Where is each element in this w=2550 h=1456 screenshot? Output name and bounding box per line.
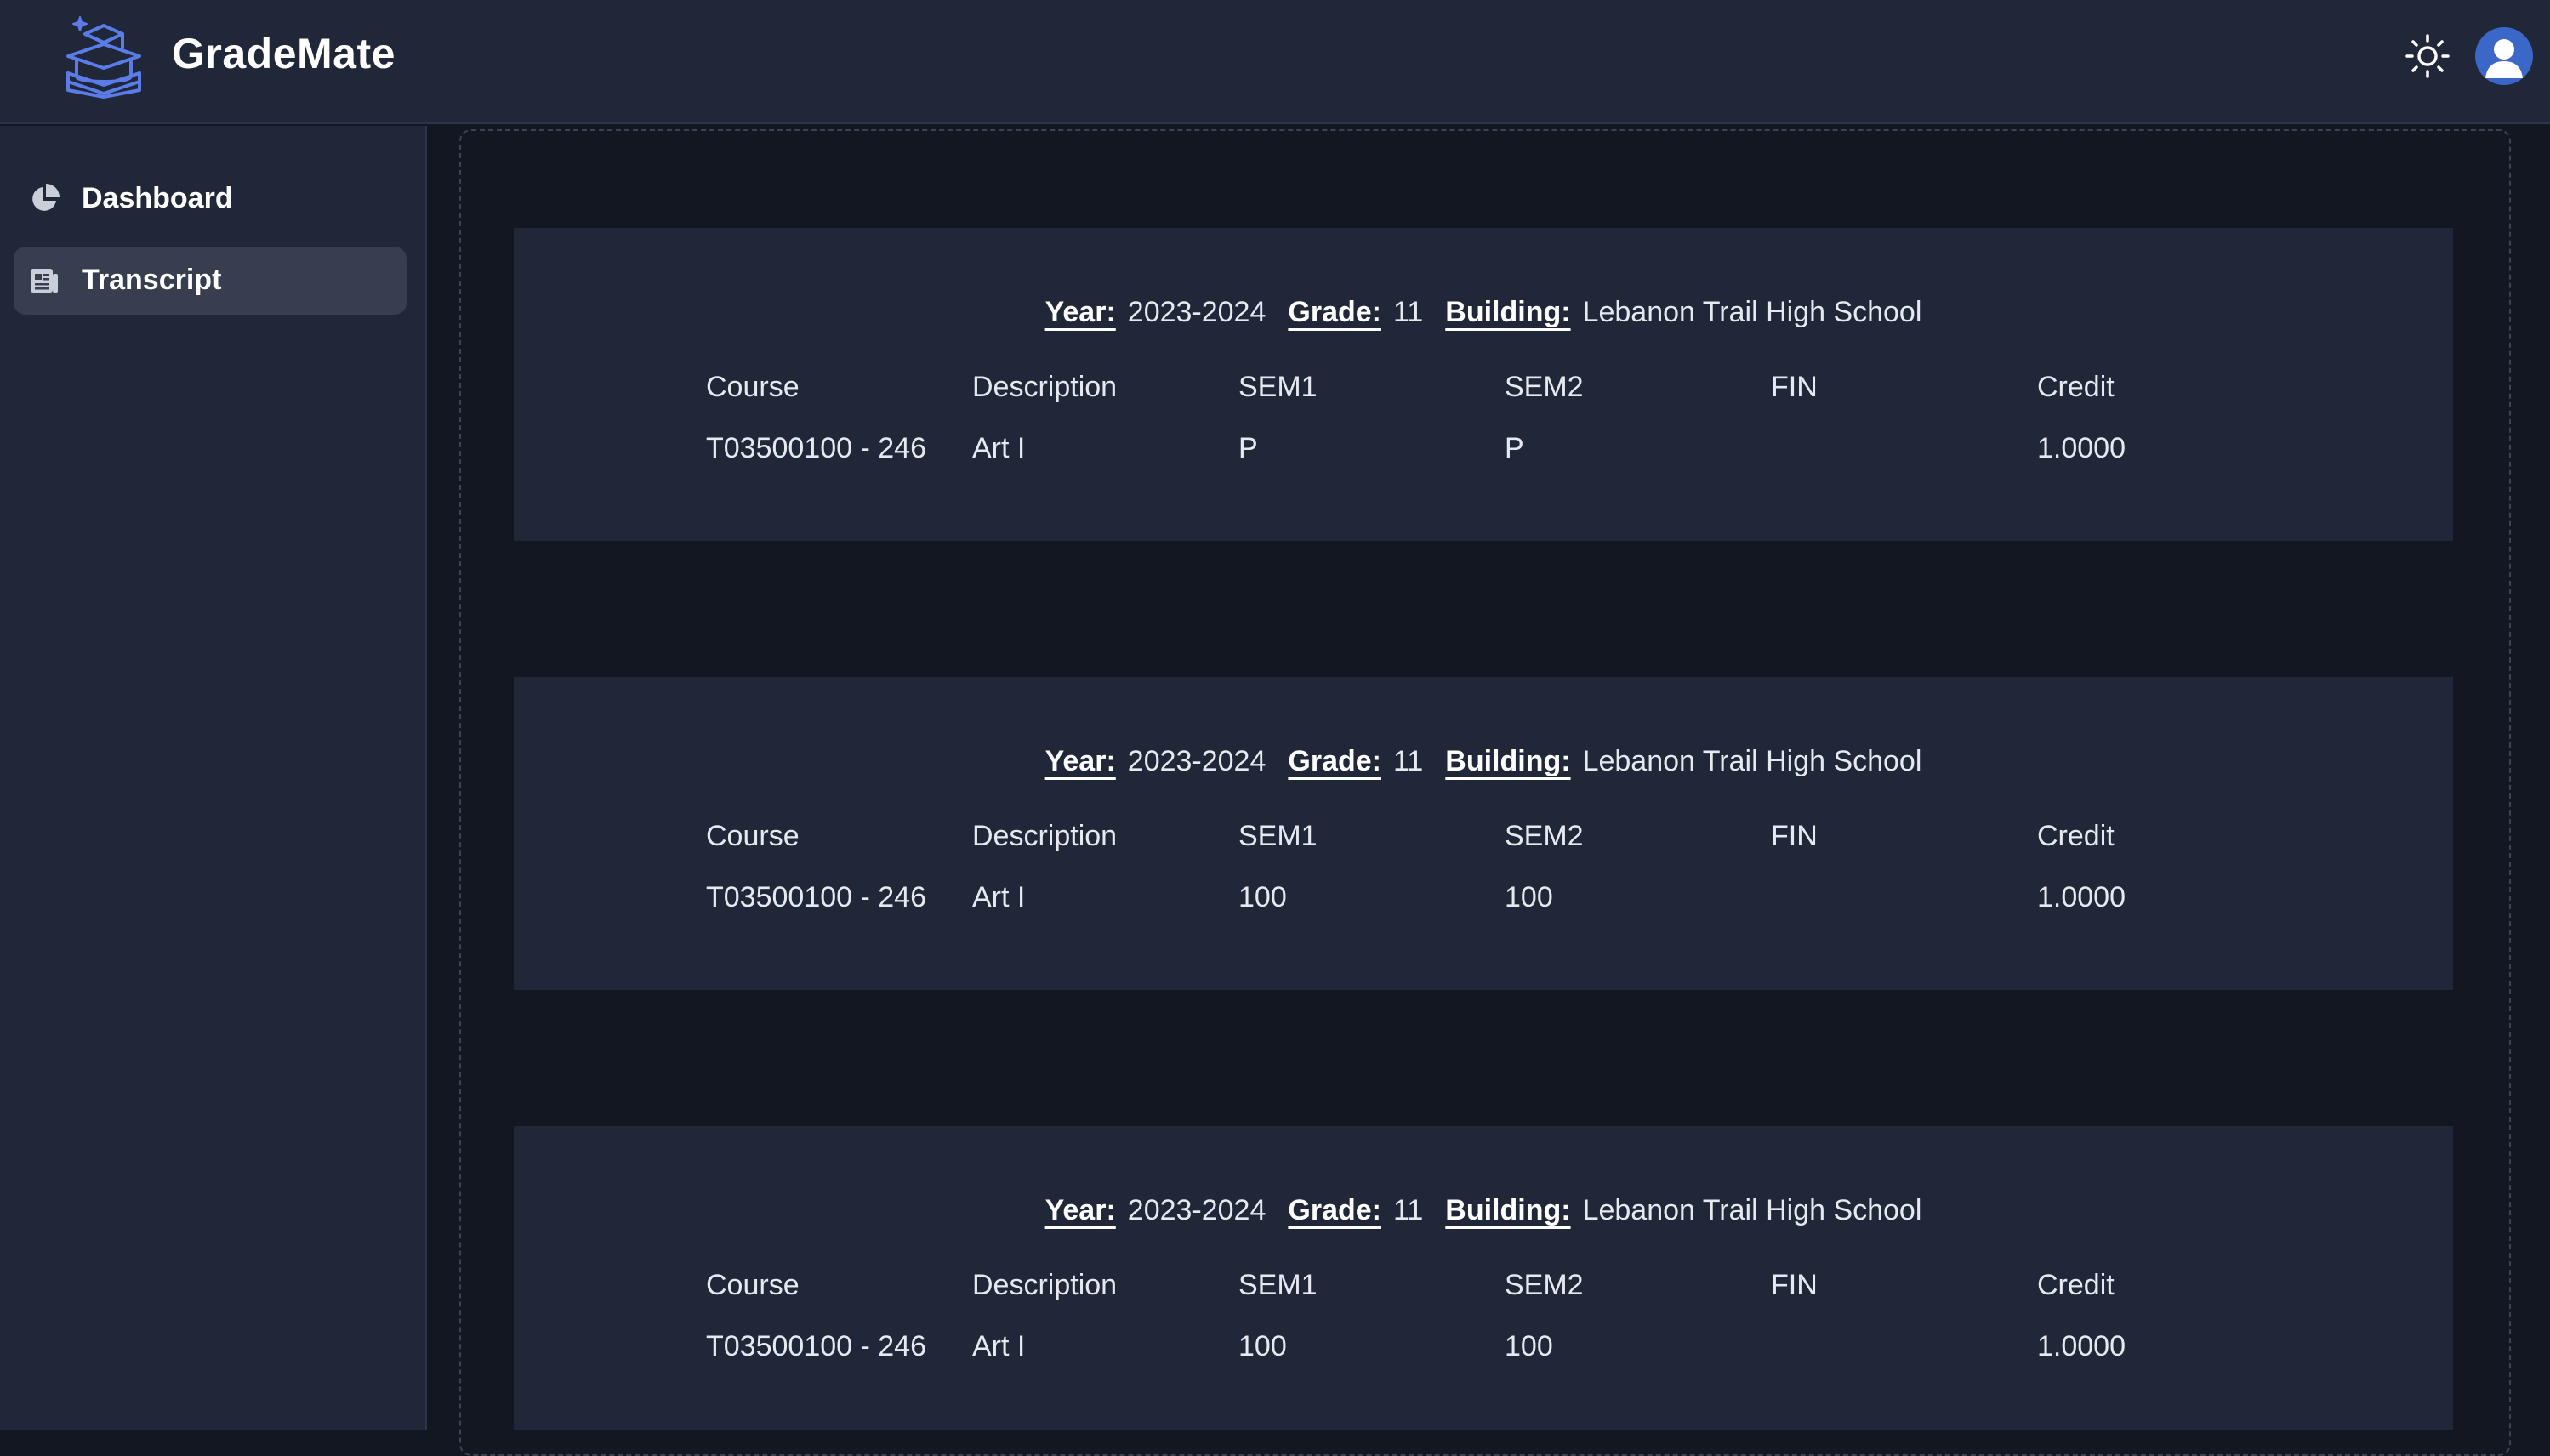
column-header-sem2: SEM2 — [1505, 1269, 1584, 1301]
table-header-row: Course Description SEM1 SEM2 FIN Credit — [706, 820, 2322, 857]
top-bar: GradeMate — [0, 0, 2550, 124]
grade-value: 11 — [1392, 745, 1424, 777]
column-header-course: Course — [706, 1269, 800, 1301]
grade-label: Grade: — [1288, 296, 1381, 328]
sidebar-item-label: Transcript — [82, 264, 222, 296]
transcript-card: Year: 2023-2024 Grade: 11 Building: Lebanon T… — [514, 677, 2453, 990]
column-header-sem1: SEM1 — [1238, 820, 1318, 852]
user-avatar-icon — [2485, 39, 2523, 78]
sem2-cell: 100 — [1505, 881, 1553, 913]
card-header: Year: 2023-2024 Grade: 11 Building: Lebanon T… — [514, 745, 2453, 778]
year-value: 2023-2024 — [1127, 1194, 1266, 1226]
year-value: 2023-2024 — [1127, 296, 1266, 328]
transcript-card: Year: 2023-2024 Grade: 11 Building: Lebanon T… — [514, 1126, 2453, 1430]
user-avatar-button[interactable] — [2475, 27, 2533, 85]
column-header-course: Course — [706, 371, 800, 403]
pie-chart-icon — [32, 184, 60, 211]
column-header-sem2: SEM2 — [1505, 820, 1584, 852]
building-label: Building: — [1445, 1194, 1571, 1226]
grade-value: 11 — [1392, 1194, 1424, 1226]
card-header: Year: 2023-2024 Grade: 11 Building: Lebanon T… — [514, 296, 2453, 329]
sun-icon[interactable] — [2404, 32, 2451, 80]
column-header-credit: Credit — [2037, 820, 2115, 852]
credit-cell: 1.0000 — [2037, 1330, 2126, 1362]
sidebar: Dashboard Transcript — [0, 126, 427, 1430]
description-cell: Art I — [972, 1330, 1026, 1362]
column-header-fin: FIN — [1771, 820, 1818, 852]
credit-cell: 1.0000 — [2037, 881, 2126, 913]
sem2-cell: 100 — [1505, 1330, 1553, 1362]
sem1-cell: 100 — [1238, 1330, 1287, 1362]
building-value: Lebanon Trail High School — [1582, 296, 1922, 328]
table-row: T03500100 - 246 Art I P P 1.0000 — [706, 432, 2322, 469]
column-header-sem2: SEM2 — [1505, 371, 1584, 403]
column-header-sem1: SEM1 — [1238, 371, 1318, 403]
course-cell: T03500100 - 246 — [706, 432, 926, 464]
card-header: Year: 2023-2024 Grade: 11 Building: Lebanon T… — [514, 1194, 2453, 1227]
column-header-credit: Credit — [2037, 1269, 2115, 1301]
building-label: Building: — [1445, 296, 1571, 328]
table-header-row: Course Description SEM1 SEM2 FIN Credit — [706, 1269, 2322, 1306]
app-title: GradeMate — [172, 30, 396, 77]
description-cell: Art I — [972, 432, 1026, 464]
table-header-row: Course Description SEM1 SEM2 FIN Credit — [706, 371, 2322, 408]
building-value: Lebanon Trail High School — [1582, 1194, 1922, 1226]
grade-label: Grade: — [1288, 745, 1381, 777]
logo-icon — [66, 16, 141, 99]
credit-cell: 1.0000 — [2037, 432, 2126, 464]
sidebar-item-dashboard[interactable]: Dashboard — [14, 165, 407, 233]
grade-value: 11 — [1392, 296, 1424, 328]
column-header-description: Description — [972, 1269, 1118, 1301]
column-header-fin: FIN — [1771, 371, 1818, 403]
building-label: Building: — [1445, 745, 1571, 777]
column-header-fin: FIN — [1771, 1269, 1818, 1301]
year-label: Year: — [1044, 296, 1116, 328]
year-label: Year: — [1044, 1194, 1116, 1226]
description-cell: Art I — [972, 881, 1026, 913]
sem1-cell: 100 — [1238, 881, 1287, 913]
table-row: T03500100 - 246 Art I 100 100 1.0000 — [706, 881, 2322, 919]
sidebar-item-transcript[interactable]: Transcript — [14, 247, 407, 315]
column-header-description: Description — [972, 820, 1118, 852]
year-label: Year: — [1044, 745, 1116, 777]
sem2-cell: P — [1505, 432, 1524, 464]
grade-label: Grade: — [1288, 1194, 1381, 1226]
building-value: Lebanon Trail High School — [1582, 745, 1922, 777]
course-cell: T03500100 - 246 — [706, 881, 926, 913]
sidebar-item-label: Dashboard — [82, 182, 233, 214]
course-cell: T03500100 - 246 — [706, 1330, 926, 1362]
column-header-course: Course — [706, 820, 800, 852]
table-row: T03500100 - 246 Art I 100 100 1.0000 — [706, 1330, 2322, 1368]
transcript-card: Year: 2023-2024 Grade: 11 Building: Lebanon T… — [514, 228, 2453, 541]
column-header-sem1: SEM1 — [1238, 1269, 1318, 1301]
sem1-cell: P — [1238, 432, 1258, 464]
year-value: 2023-2024 — [1127, 745, 1266, 777]
column-header-description: Description — [972, 371, 1118, 403]
document-icon — [31, 269, 58, 293]
column-header-credit: Credit — [2037, 371, 2115, 403]
